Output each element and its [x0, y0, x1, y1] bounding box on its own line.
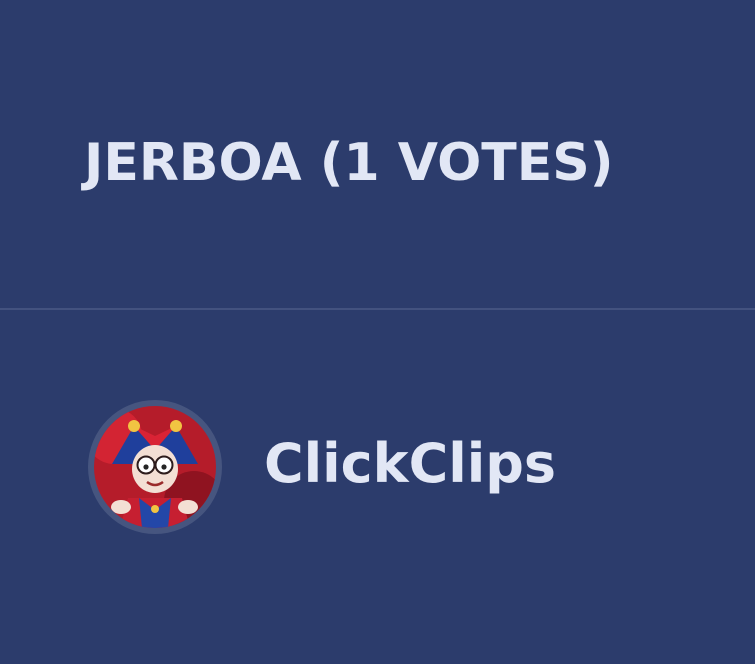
vote-option-title: JERBOA (1 VOTES)	[84, 133, 614, 193]
avatar[interactable]	[88, 400, 222, 534]
voter-list-item[interactable]: ClickClips	[0, 310, 755, 664]
voter-name[interactable]: ClickClips	[264, 428, 556, 500]
vote-results-panel: JERBOA (1 VOTES) ClickClips	[0, 0, 755, 664]
jester-character-avatar-icon	[94, 406, 216, 528]
vote-option-header: JERBOA (1 VOTES)	[0, 0, 755, 308]
